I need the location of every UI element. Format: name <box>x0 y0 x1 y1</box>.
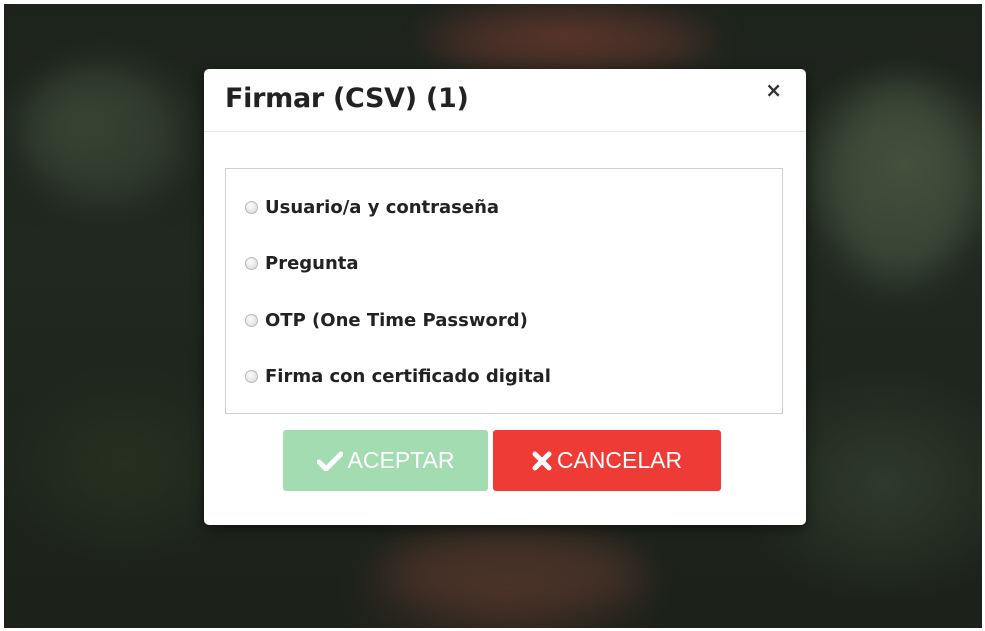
check-icon <box>316 451 343 471</box>
option-usuario-contrasena[interactable]: Usuario/a y contraseña <box>245 194 499 220</box>
cancel-button[interactable]: CANCELAR <box>493 430 721 491</box>
accept-label: ACEPTAR <box>347 447 455 473</box>
accept-button[interactable]: ACEPTAR <box>283 430 488 491</box>
close-icon[interactable]: × <box>765 79 782 101</box>
dialog-header: Firmar (CSV) (1) × <box>204 69 806 132</box>
dialog-title: Firmar (CSV) (1) <box>225 83 469 114</box>
option-label: Firma con certificado digital <box>265 365 551 387</box>
radio-button[interactable] <box>245 313 258 327</box>
radio-button[interactable] <box>245 200 258 214</box>
option-label: Pregunta <box>265 252 359 274</box>
radio-button[interactable] <box>245 256 258 270</box>
x-icon <box>532 451 552 471</box>
option-pregunta[interactable]: Pregunta <box>245 250 359 276</box>
sign-method-options: Usuario/a y contraseña Pregunta OTP (One… <box>225 168 783 414</box>
option-certificado-digital[interactable]: Firma con certificado digital <box>245 363 551 389</box>
option-label: Usuario/a y contraseña <box>265 196 500 218</box>
cancel-label: CANCELAR <box>556 447 683 473</box>
option-otp[interactable]: OTP (One Time Password) <box>245 307 528 333</box>
option-label: OTP (One Time Password) <box>265 309 528 331</box>
sign-dialog: Firmar (CSV) (1) × Usuario/a y contraseñ… <box>204 69 806 525</box>
radio-button[interactable] <box>245 369 258 383</box>
